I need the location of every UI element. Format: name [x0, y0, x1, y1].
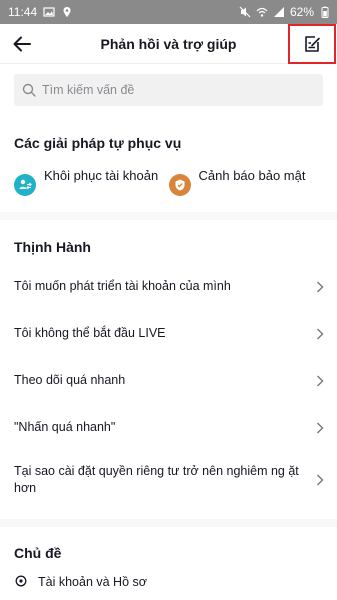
trending-list: Tôi muốn phát triển tài khoản của mình T… — [0, 263, 337, 509]
section-divider — [0, 519, 337, 527]
signal-icon — [273, 6, 285, 18]
list-item[interactable]: Tôi muốn phát triển tài khoản của mình — [0, 263, 337, 310]
chevron-right-icon — [315, 327, 325, 341]
security-alert-icon — [168, 174, 191, 196]
list-item-label: Tôi muốn phát triển tài khoản của mình — [14, 279, 231, 293]
list-item-label: Tại sao cài đặt quyền riêng tư trở nên n… — [14, 464, 299, 495]
topic-item-label: Tài khoản và Hồ sơ — [38, 575, 147, 589]
search-box[interactable] — [14, 74, 323, 106]
chevron-right-icon — [315, 421, 325, 435]
edit-note-icon — [305, 36, 320, 52]
status-bar: 11:44 62% — [0, 0, 337, 24]
self-service-label: Cảnh báo bảo mật — [198, 168, 306, 183]
search-input[interactable] — [42, 83, 315, 97]
topic-item[interactable]: Tài khoản và Hồ sơ — [0, 575, 337, 589]
self-service-label: Khôi phục tài khoản — [44, 168, 159, 183]
battery-icon — [319, 6, 331, 18]
chevron-right-icon — [315, 374, 325, 388]
list-item[interactable]: "Nhấn quá nhanh" — [0, 404, 337, 451]
arrow-left-icon — [13, 36, 31, 52]
wifi-icon — [256, 6, 268, 18]
chevron-right-icon — [315, 473, 325, 487]
chevron-right-icon — [315, 280, 325, 294]
feedback-compose-button[interactable] — [288, 24, 336, 64]
self-service-account-recovery[interactable]: Khôi phục tài khoản — [14, 168, 169, 196]
topics-title: Chủ đề — [14, 545, 62, 561]
list-item[interactable]: Tôi không thể bắt đầu LIVE — [0, 310, 337, 357]
list-item[interactable]: Theo dõi quá nhanh — [0, 357, 337, 404]
section-divider — [0, 212, 337, 220]
battery-level: 62% — [289, 5, 314, 19]
page-title: Phản hồi và trợ giúp — [100, 35, 237, 52]
app-header: Phản hồi và trợ giúp — [0, 24, 337, 64]
image-notification-icon — [43, 6, 55, 18]
list-item-label: Tôi không thể bắt đầu LIVE — [14, 326, 166, 340]
location-pin-icon — [15, 575, 27, 587]
back-button[interactable] — [10, 32, 34, 56]
status-time: 11:44 — [8, 5, 38, 19]
list-item-label: "Nhấn quá nhanh" — [14, 420, 116, 434]
mute-icon — [239, 6, 251, 18]
list-item-label: Theo dõi quá nhanh — [14, 373, 126, 387]
self-service-list: Khôi phục tài khoản Cảnh báo bảo mật — [0, 168, 337, 196]
search-icon — [22, 83, 36, 97]
self-service-security-alert[interactable]: Cảnh báo bảo mật — [168, 168, 324, 196]
trending-title: Thịnh Hành — [14, 239, 91, 255]
account-recovery-icon — [14, 174, 36, 196]
list-item[interactable]: Tại sao cài đặt quyền riêng tư trở nên n… — [0, 451, 337, 509]
self-service-title: Các giải pháp tự phục vụ — [14, 135, 182, 151]
location-notification-icon — [61, 6, 73, 18]
